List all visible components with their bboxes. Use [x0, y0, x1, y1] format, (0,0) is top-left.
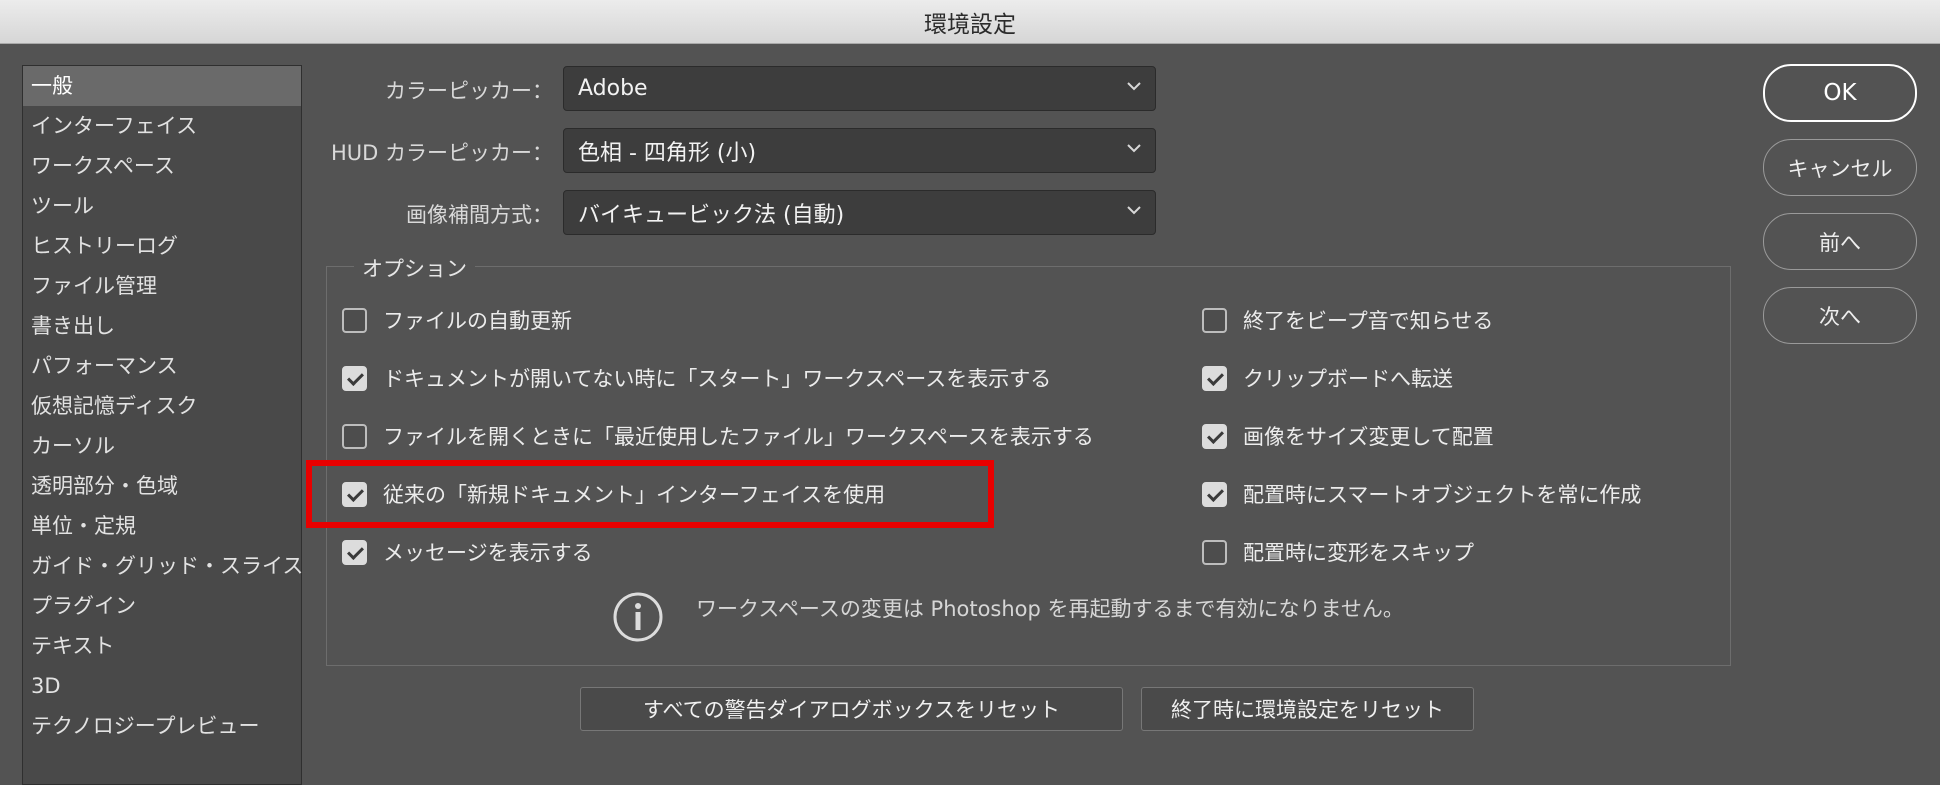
interpolation-select[interactable]: バイキュービック法 (自動) — [563, 190, 1156, 235]
option-label: ファイルを開くときに「最近使用したファイル」ワークスペースを表示する — [383, 425, 1094, 449]
preferences-sidebar: 一般 インターフェイス ワークスペース ツール ヒストリーログ ファイル管理 書… — [22, 65, 303, 785]
beep-when-done-checkbox[interactable] — [1202, 307, 1227, 333]
export-clipboard-checkbox[interactable] — [1202, 365, 1227, 391]
hud-color-picker-value: 色相 - 四角形 (小) — [578, 140, 757, 166]
sidebar-item-plugins[interactable]: プラグイン — [23, 586, 301, 626]
option-label: ドキュメントが開いてない時に「スタート」ワークスペースを表示する — [383, 367, 1052, 391]
reset-prefs-on-quit-button[interactable]: 終了時に環境設定をリセット — [1141, 687, 1474, 731]
sidebar-item-guides-grid-slices[interactable]: ガイド・グリッド・スライス — [23, 546, 303, 586]
option-label: 終了をビープ音で知らせる — [1243, 309, 1494, 333]
interpolation-value: バイキュービック法 (自動) — [578, 202, 845, 228]
sidebar-item-export[interactable]: 書き出し — [23, 306, 301, 346]
hud-color-picker-label: HUD カラーピッカー： — [330, 141, 553, 165]
option-label: ファイルの自動更新 — [383, 309, 572, 333]
always-create-smart-objects-checkbox[interactable] — [1202, 481, 1227, 507]
show-recent-files-workspace-checkbox[interactable] — [342, 423, 367, 449]
option-label: メッセージを表示する — [383, 541, 593, 565]
sidebar-item-general[interactable]: 一般 — [23, 66, 301, 106]
sidebar-item-transparency-gamut[interactable]: 透明部分・色域 — [23, 466, 301, 506]
sidebar-item-history-log[interactable]: ヒストリーログ — [23, 226, 301, 266]
sidebar-item-units-rulers[interactable]: 単位・定規 — [23, 506, 301, 546]
chevron-down-icon — [1127, 206, 1141, 215]
sidebar-item-technology-previews[interactable]: テクノロジープレビュー — [23, 706, 301, 746]
cancel-button[interactable]: キャンセル — [1763, 139, 1917, 196]
color-picker-select[interactable]: Adobe — [563, 66, 1156, 111]
resize-image-on-place-checkbox[interactable] — [1202, 423, 1227, 449]
info-text: ワークスペースの変更は Photoshop を再起動するまで有効になりません。 — [696, 597, 1404, 621]
window-titlebar: 環境設定 — [0, 0, 1940, 44]
show-start-workspace-checkbox[interactable] — [342, 365, 367, 391]
info-icon — [613, 592, 663, 642]
window-title: 環境設定 — [924, 11, 1016, 38]
option-label: 配置時に変形をスキップ — [1243, 541, 1474, 565]
option-label: 配置時にスマートオブジェクトを常に作成 — [1243, 483, 1642, 507]
hud-color-picker-select[interactable]: 色相 - 四角形 (小) — [563, 128, 1156, 173]
resize-image-on-place-option[interactable]: 画像をサイズ変更して配置 — [1202, 421, 1494, 451]
show-messages-checkbox[interactable] — [342, 539, 367, 565]
sidebar-item-file-handling[interactable]: ファイル管理 — [23, 266, 301, 306]
sidebar-item-cursors[interactable]: カーソル — [23, 426, 301, 466]
auto-update-files-option[interactable]: ファイルの自動更新 — [342, 305, 572, 335]
prev-button[interactable]: 前へ — [1763, 213, 1917, 270]
show-start-workspace-option[interactable]: ドキュメントが開いてない時に「スタート」ワークスペースを表示する — [342, 363, 1051, 393]
sidebar-item-scratch-disks[interactable]: 仮想記憶ディスク — [23, 386, 301, 426]
sidebar-item-tools[interactable]: ツール — [23, 186, 301, 226]
sidebar-item-type[interactable]: テキスト — [23, 626, 301, 666]
chevron-down-icon — [1127, 144, 1141, 153]
sidebar-item-workspace[interactable]: ワークスペース — [23, 146, 301, 186]
annotation-highlight-box — [306, 460, 994, 528]
chevron-down-icon — [1127, 82, 1141, 91]
reset-all-warnings-button[interactable]: すべての警告ダイアログボックスをリセット — [580, 687, 1123, 731]
restart-info-note: ワークスペースの変更は Photoshop を再起動するまで有効になりません。 — [612, 591, 1404, 643]
option-label: クリップボードへ転送 — [1243, 367, 1453, 391]
options-legend: オプション — [354, 253, 475, 283]
show-messages-option[interactable]: メッセージを表示する — [342, 537, 593, 567]
option-label: 画像をサイズ変更して配置 — [1243, 425, 1494, 449]
ok-button[interactable]: OK — [1763, 64, 1917, 122]
skip-transform-on-place-checkbox[interactable] — [1202, 539, 1227, 565]
skip-transform-on-place-option[interactable]: 配置時に変形をスキップ — [1202, 537, 1474, 567]
sidebar-item-performance[interactable]: パフォーマンス — [23, 346, 301, 386]
export-clipboard-option[interactable]: クリップボードへ転送 — [1202, 363, 1453, 393]
auto-update-files-checkbox[interactable] — [342, 307, 367, 333]
next-button[interactable]: 次へ — [1763, 287, 1917, 344]
sidebar-item-interface[interactable]: インターフェイス — [23, 106, 301, 146]
sidebar-item-3d[interactable]: 3D — [23, 666, 301, 706]
color-picker-label: カラーピッカー： — [385, 79, 553, 103]
show-recent-files-workspace-option[interactable]: ファイルを開くときに「最近使用したファイル」ワークスペースを表示する — [342, 421, 1094, 451]
color-picker-value: Adobe — [578, 76, 648, 101]
interpolation-label: 画像補間方式： — [406, 203, 553, 227]
always-create-smart-objects-option[interactable]: 配置時にスマートオブジェクトを常に作成 — [1202, 479, 1641, 509]
beep-when-done-option[interactable]: 終了をビープ音で知らせる — [1202, 305, 1493, 335]
